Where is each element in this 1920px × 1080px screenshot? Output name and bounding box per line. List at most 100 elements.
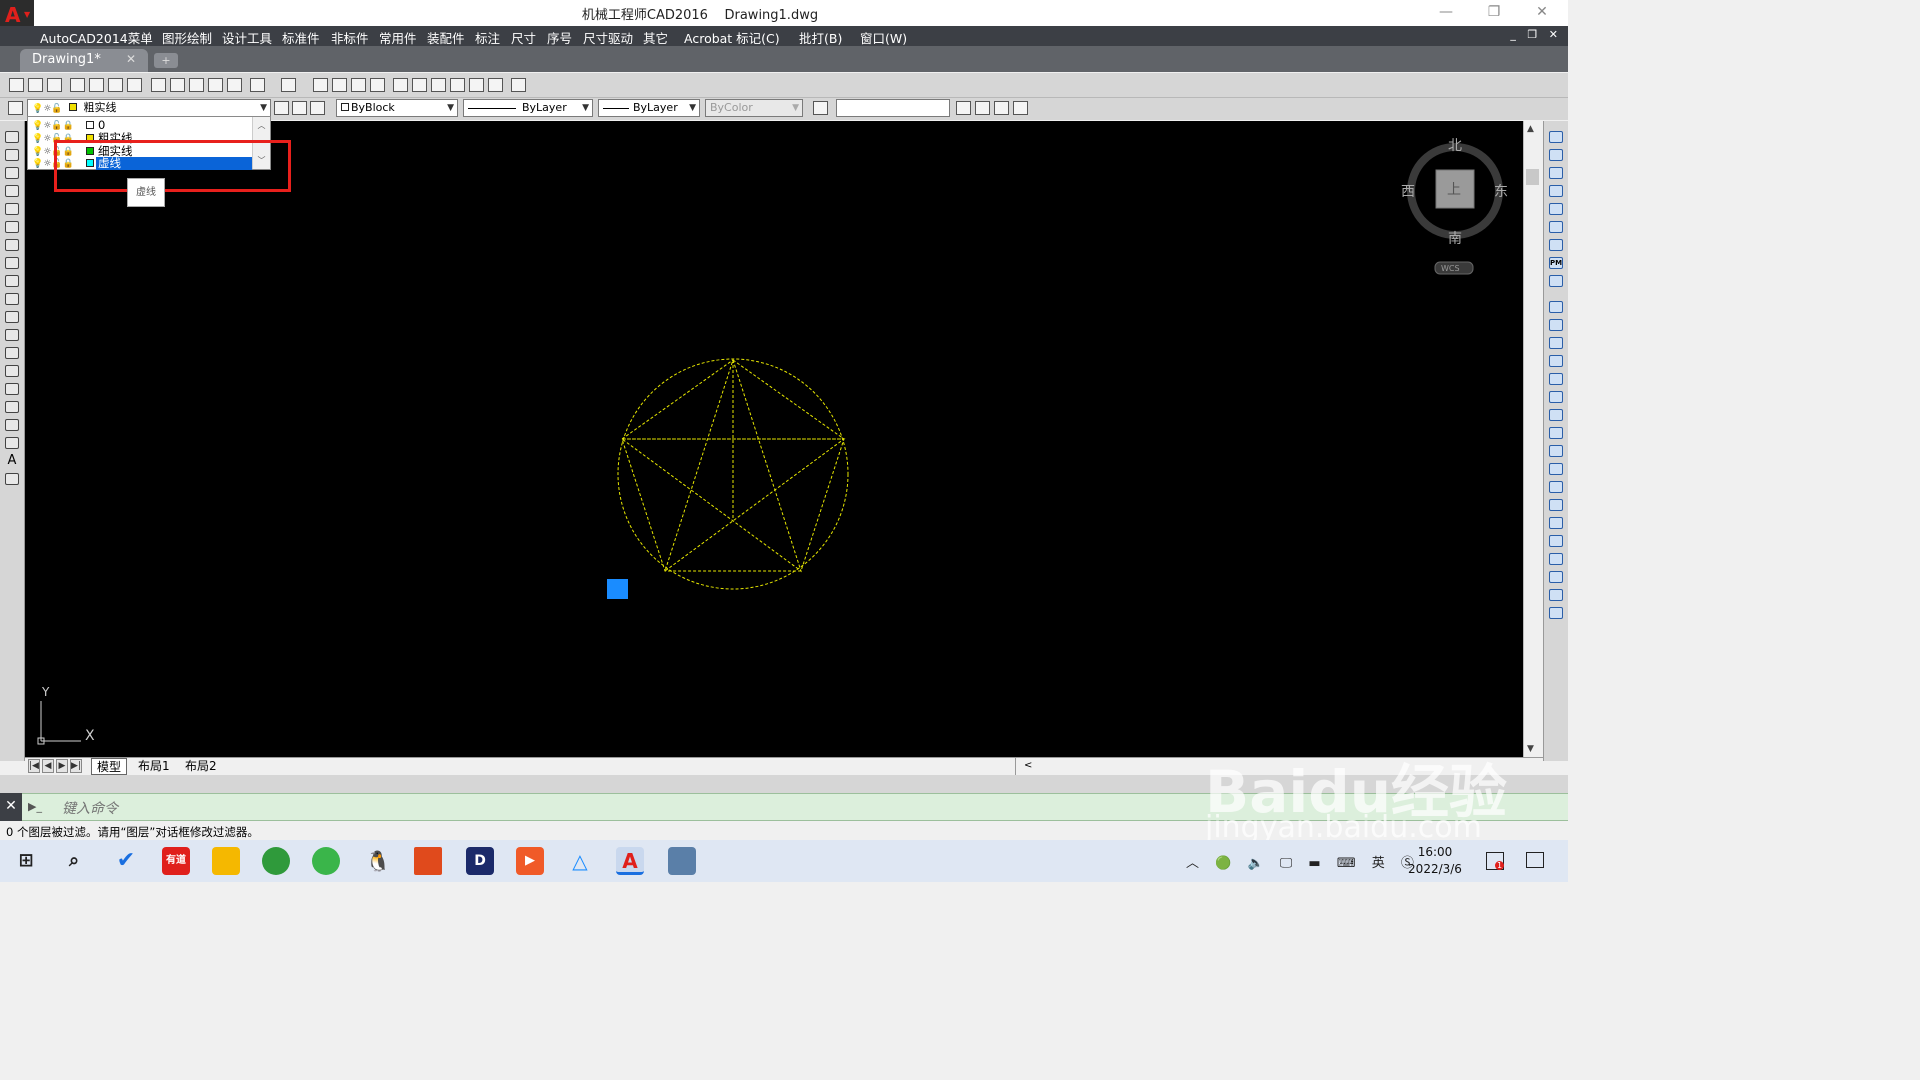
make-current-layer-icon[interactable] — [274, 101, 289, 115]
mleader-style-icon[interactable] — [994, 101, 1009, 115]
tab-layout1[interactable]: 布局1 — [133, 758, 175, 775]
cad-taskbar-icon[interactable]: A — [616, 847, 644, 875]
blend-icon[interactable] — [1549, 589, 1563, 601]
tab-model[interactable]: 模型 — [91, 758, 128, 775]
scroll-down-icon[interactable]: ▼ — [1527, 744, 1534, 754]
markup-icon[interactable] — [469, 78, 484, 92]
layer-previous-icon[interactable] — [292, 101, 307, 115]
chevron-up-icon[interactable]: ︿ — [253, 120, 270, 131]
rotate-icon[interactable] — [1549, 409, 1563, 421]
menu-nonstandard-parts[interactable]: 非标件 — [331, 28, 369, 47]
tab-drawing1[interactable]: Drawing1* ✕ — [20, 49, 148, 72]
insert-block-icon[interactable] — [5, 329, 19, 341]
todo-app-icon[interactable]: ✔ — [112, 847, 140, 875]
zoom-window-icon[interactable] — [351, 78, 366, 92]
paste-block-icon[interactable] — [208, 78, 223, 92]
table-style-icon[interactable] — [956, 101, 971, 115]
help-tool-icon[interactable] — [1549, 275, 1563, 287]
notification-app-icon[interactable]: 1 — [1486, 852, 1505, 870]
file-explorer-icon[interactable] — [212, 847, 240, 875]
erase-icon[interactable] — [1549, 301, 1563, 313]
style-input[interactable] — [836, 99, 950, 117]
layer-select[interactable]: 💡☼🔓 粗实线 ▼ — [27, 99, 271, 117]
make-block-icon[interactable] — [5, 347, 19, 359]
spline-icon[interactable] — [5, 275, 19, 287]
3d-print-icon[interactable] — [127, 78, 142, 92]
chamfer-icon[interactable] — [1549, 553, 1563, 565]
match-properties-icon[interactable] — [227, 78, 242, 92]
save-icon[interactable] — [47, 78, 62, 92]
youdao-icon[interactable]: 有道 — [162, 847, 190, 875]
minimize-button[interactable]: — — [1424, 2, 1468, 24]
menu-common-parts[interactable]: 常用件 — [379, 28, 417, 47]
menu-dimension-driven[interactable]: 尺寸驱动 — [583, 28, 633, 47]
mtext-icon[interactable]: A — [5, 454, 19, 467]
region-icon[interactable] — [5, 419, 19, 431]
player-icon[interactable]: ▶ — [516, 847, 544, 875]
help-icon[interactable] — [511, 78, 526, 92]
rectangle-icon[interactable] — [5, 203, 19, 215]
hatch-icon[interactable] — [5, 383, 19, 395]
scroll-up-icon[interactable]: ▲ — [1527, 124, 1534, 134]
action-center-icon[interactable] — [1526, 852, 1544, 868]
close-tab-icon[interactable]: ✕ — [126, 52, 136, 66]
menu-assembly[interactable]: 装配件 — [427, 28, 465, 47]
last-layout-icon[interactable]: ▶| — [70, 759, 82, 773]
break-at-point-icon[interactable] — [1549, 499, 1563, 511]
restore-button[interactable]: ❐ — [1472, 2, 1516, 24]
matlab-icon[interactable] — [414, 847, 442, 875]
copy-icon[interactable] — [170, 78, 185, 92]
layer-states-icon[interactable] — [310, 101, 325, 115]
paste-icon[interactable] — [189, 78, 204, 92]
gradient-icon[interactable] — [5, 401, 19, 413]
line-icon[interactable] — [5, 131, 19, 143]
menu-window[interactable]: 窗口(W) — [860, 28, 907, 47]
polygon-icon[interactable] — [5, 185, 19, 197]
pan-icon[interactable] — [313, 78, 328, 92]
menu-standard-parts[interactable]: 标准件 — [282, 28, 320, 47]
join-icon[interactable] — [1549, 535, 1563, 547]
lineweight-select[interactable]: ByLayer ▼ — [598, 99, 700, 117]
taskbar-clock[interactable]: 16:00 2022/3/6 — [1404, 844, 1466, 878]
search-icon[interactable]: ⌕ — [60, 847, 88, 875]
scroll-thumb[interactable] — [1526, 169, 1539, 185]
array-icon[interactable] — [1549, 373, 1563, 385]
mirror-icon[interactable] — [1549, 337, 1563, 349]
drawing-canvas[interactable]: Y X 上 北 南 西 东 WCS — [25, 121, 1523, 757]
vertical-scrollbar[interactable]: ▲ ▼ — [1523, 121, 1541, 757]
stretch-icon[interactable] — [1549, 445, 1563, 457]
document-window-controls[interactable]: _ ❐ ✕ — [1510, 28, 1562, 41]
open-file-icon[interactable] — [28, 78, 43, 92]
zoom-previous-icon[interactable] — [370, 78, 385, 92]
chrome-icon[interactable] — [262, 847, 290, 875]
construction-line-icon[interactable] — [5, 149, 19, 161]
ellipse-icon[interactable] — [5, 293, 19, 305]
windows-start-icon[interactable]: ⊞ — [12, 847, 40, 875]
publish-icon[interactable] — [108, 78, 123, 92]
print-tool-icon[interactable] — [1549, 167, 1563, 179]
menu-draw[interactable]: 图形绘制 — [162, 28, 212, 47]
command-prompt-icon[interactable]: ▶_ — [28, 800, 42, 813]
cloud-app-icon[interactable]: △ — [566, 847, 594, 875]
design-center-icon[interactable] — [412, 78, 427, 92]
explode-icon[interactable] — [1549, 607, 1563, 619]
wechat-icon[interactable] — [312, 847, 340, 875]
quickcalc-icon[interactable] — [488, 78, 503, 92]
qq-icon[interactable]: 🐧 — [364, 847, 392, 875]
break-icon[interactable] — [1549, 517, 1563, 529]
ime-indicator[interactable]: 英 — [1372, 856, 1391, 871]
add-selected-icon[interactable] — [5, 473, 19, 485]
zoom-realtime-icon[interactable] — [332, 78, 347, 92]
refresh-icon[interactable] — [1549, 239, 1563, 251]
pm-icon[interactable]: PM — [1549, 257, 1563, 269]
color-select[interactable]: ByBlock ▼ — [336, 99, 458, 117]
polyline-icon[interactable] — [5, 167, 19, 179]
menu-balloon[interactable]: 序号 — [547, 28, 572, 47]
properties-icon[interactable] — [393, 78, 408, 92]
close-window-button[interactable]: ✕ — [1520, 2, 1564, 24]
layer-manager-icon[interactable] — [8, 101, 23, 115]
tool-palettes-icon[interactable] — [431, 78, 446, 92]
tab-layout2[interactable]: 布局2 — [180, 758, 222, 775]
offset-icon[interactable] — [1549, 355, 1563, 367]
menu-dimension[interactable]: 尺寸 — [511, 28, 536, 47]
